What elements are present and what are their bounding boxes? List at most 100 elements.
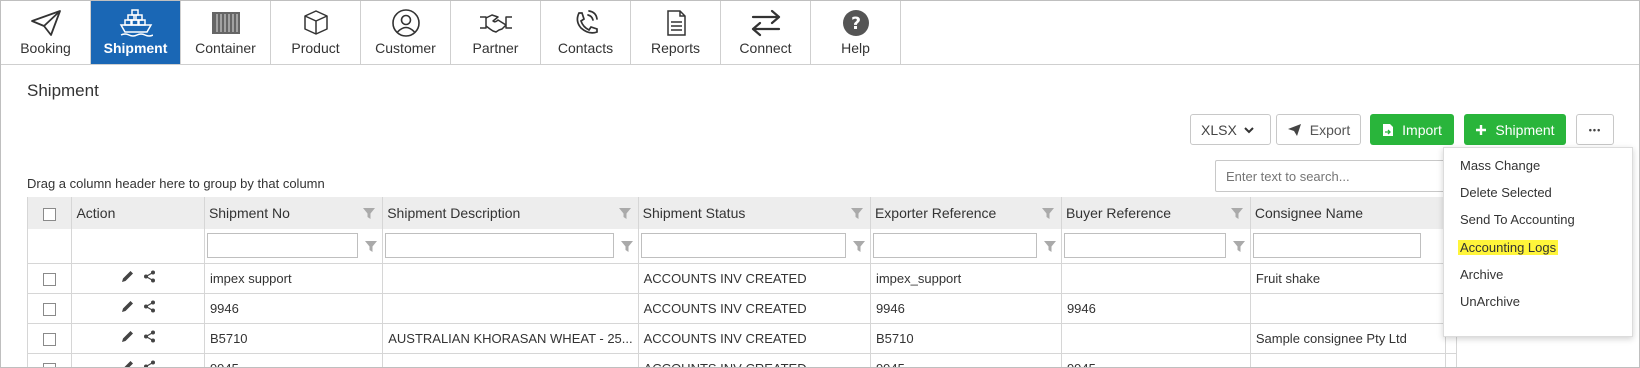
row-checkbox[interactable] — [43, 362, 57, 367]
group-by-hint: Drag a column header here to group by th… — [27, 176, 325, 191]
column-header-action[interactable]: Action — [71, 197, 205, 229]
filter-icon[interactable] — [362, 206, 376, 220]
filter-cell — [382, 229, 639, 264]
phone-icon — [576, 10, 598, 34]
menu-item-accounting-logs[interactable]: Accounting Logs — [1458, 240, 1559, 255]
table-row[interactable]: 9945 ACCOUNTS INV CREATED 9945 9945 — [28, 353, 1457, 367]
filter-icon[interactable] — [1041, 206, 1055, 220]
column-header-exporter-reference[interactable]: Exporter Reference — [870, 197, 1062, 229]
export-button[interactable]: Export — [1276, 114, 1361, 145]
cell-description — [382, 263, 639, 294]
document-icon — [666, 10, 686, 36]
cell-status: ACCOUNTS INV CREATED — [638, 263, 871, 294]
column-header-label: Exporter Reference — [874, 205, 997, 221]
filter-cell — [1061, 229, 1251, 264]
grid-filter-row — [28, 229, 1457, 264]
cell-empty — [1445, 353, 1457, 367]
shipment-grid: Action Shipment No Shipment Description … — [27, 197, 1457, 367]
cell-buyer-ref: 9946 — [1061, 293, 1251, 324]
nav-connect[interactable]: Connect — [721, 1, 811, 64]
filter-icon[interactable] — [618, 206, 632, 220]
column-header-label: Shipment No — [208, 205, 290, 221]
table-row[interactable]: B5710 AUSTRALIAN KHORASAN WHEAT - 25... AC… — [28, 323, 1457, 354]
filter-icon[interactable] — [1043, 239, 1057, 253]
column-header-label: Consignee Name — [1254, 205, 1364, 221]
nav-help[interactable]: ? Help — [811, 1, 901, 64]
row-actions — [71, 353, 205, 367]
grid-search-input[interactable] — [1215, 160, 1461, 192]
menu-item-mass-change[interactable]: Mass Change — [1458, 158, 1542, 173]
more-options-button[interactable]: ••• — [1576, 114, 1614, 145]
user-icon — [391, 9, 420, 37]
menu-item-send-to-accounting[interactable]: Send To Accounting — [1458, 212, 1577, 227]
filter-buyer-ref-input[interactable] — [1063, 233, 1226, 259]
cell-description — [382, 293, 639, 324]
row-select-cell — [28, 293, 73, 324]
grid-header-row: Action Shipment No Shipment Description … — [28, 197, 1457, 229]
nav-connect-label: Connect — [739, 40, 792, 56]
filter-cell — [1250, 229, 1447, 264]
filter-icon[interactable] — [364, 239, 378, 253]
filter-description-input[interactable] — [385, 233, 614, 259]
filter-icon[interactable] — [620, 239, 634, 253]
share-icon[interactable] — [143, 300, 156, 316]
filter-cell — [28, 229, 73, 264]
nav-reports[interactable]: Reports — [631, 1, 721, 64]
import-button[interactable]: Import — [1370, 114, 1454, 145]
row-checkbox[interactable] — [43, 302, 57, 316]
row-checkbox[interactable] — [43, 332, 57, 346]
menu-item-unarchive[interactable]: UnArchive — [1458, 294, 1522, 309]
row-checkbox[interactable] — [43, 272, 57, 286]
nav-product-label: Product — [291, 40, 340, 56]
arrows-exchange-icon — [751, 9, 780, 37]
filter-consignee-input[interactable] — [1252, 233, 1421, 259]
cell-buyer-ref: 9945 — [1061, 353, 1251, 367]
share-icon[interactable] — [143, 330, 156, 346]
cell-buyer-ref — [1061, 323, 1251, 354]
filter-icon[interactable] — [1230, 206, 1244, 220]
nav-booking[interactable]: Booking — [1, 1, 91, 64]
nav-product[interactable]: Product — [271, 1, 361, 64]
share-icon[interactable] — [143, 360, 156, 367]
column-header-consignee-name[interactable]: Consignee Name — [1250, 197, 1447, 229]
edit-icon[interactable] — [120, 299, 135, 317]
filter-icon[interactable] — [850, 206, 864, 220]
share-icon[interactable] — [143, 270, 156, 286]
filter-exporter-ref-input[interactable] — [872, 233, 1037, 259]
select-all-checkbox[interactable] — [43, 207, 57, 221]
nav-contacts[interactable]: Contacts — [541, 1, 631, 64]
menu-item-delete-selected[interactable]: Delete Selected — [1458, 185, 1554, 200]
add-shipment-button[interactable]: Shipment — [1464, 114, 1566, 145]
filter-cell — [204, 229, 384, 264]
handshake-icon — [479, 14, 512, 33]
column-header-label: Shipment Description — [387, 205, 521, 221]
column-header-label: Action — [76, 205, 116, 221]
menu-item-archive[interactable]: Archive — [1458, 267, 1505, 282]
cell-shipment-no: impex support — [204, 263, 384, 294]
filter-status-input[interactable] — [640, 233, 846, 259]
edit-icon[interactable] — [120, 269, 135, 287]
edit-icon[interactable] — [120, 359, 135, 367]
paper-plane-icon — [1287, 123, 1301, 136]
column-header-shipment-description[interactable]: Shipment Description — [382, 197, 639, 229]
more-options-menu: Mass Change Delete Selected Send To Acco… — [1443, 147, 1633, 337]
cell-exporter-ref: B5710 — [870, 323, 1062, 354]
filter-icon[interactable] — [852, 239, 866, 253]
nav-container[interactable]: Container — [181, 1, 271, 64]
nav-customer[interactable]: Customer — [361, 1, 451, 64]
filter-shipment-no-input[interactable] — [206, 233, 359, 259]
edit-icon[interactable] — [120, 329, 135, 347]
nav-partner[interactable]: Partner — [451, 1, 541, 64]
filter-icon[interactable] — [1232, 239, 1246, 253]
nav-shipment[interactable]: Shipment — [91, 1, 181, 64]
table-row[interactable]: 9946 ACCOUNTS INV CREATED 9946 9946 — [28, 293, 1457, 324]
column-header-shipment-status[interactable]: Shipment Status — [638, 197, 871, 229]
column-header-buyer-reference[interactable]: Buyer Reference — [1061, 197, 1251, 229]
cell-exporter-ref: 9945 — [870, 353, 1062, 367]
format-select[interactable]: XLSX — [1190, 114, 1271, 145]
cell-buyer-ref — [1061, 263, 1251, 294]
row-select-cell — [28, 263, 73, 294]
column-header-shipment-no[interactable]: Shipment No — [204, 197, 384, 229]
cell-exporter-ref: 9946 — [870, 293, 1062, 324]
table-row[interactable]: impex support ACCOUNTS INV CREATED impex_s… — [28, 263, 1457, 294]
